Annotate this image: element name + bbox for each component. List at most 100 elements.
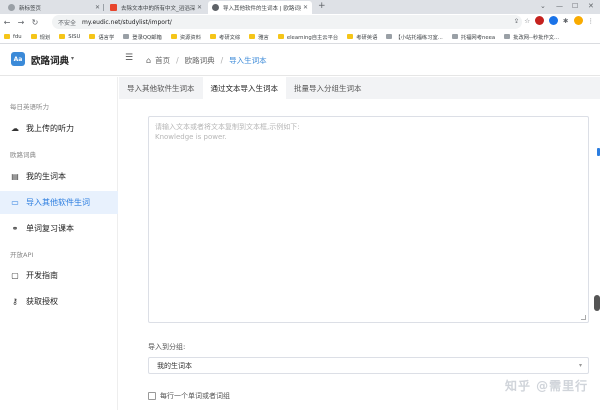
page-icon: [386, 34, 393, 39]
bookmark-item[interactable]: 规划: [30, 33, 51, 41]
tab-import-other-software[interactable]: 导入其他软件生词本: [119, 77, 203, 99]
browser-tab[interactable]: 去除文本中的所有中文_滔滔深渊 ✕: [106, 1, 206, 14]
extension-icon[interactable]: [549, 16, 559, 25]
key-icon: ⚷: [12, 297, 18, 306]
menu-toggle-icon[interactable]: ☰: [125, 53, 133, 63]
sidebar-section-title: 开放API: [10, 251, 34, 259]
bookmark-item[interactable]: 【小站托福练习室...: [386, 33, 443, 41]
site-favicon-icon: [110, 4, 117, 11]
folder-icon: [210, 34, 217, 39]
browser-tab-title: 导入其他软件的生词本 | 欧路词典: [223, 5, 301, 12]
folder-icon: ▭: [11, 198, 19, 207]
browser-tab-active[interactable]: 导入其他软件的生词本 | 欧路词典 ✕: [208, 1, 312, 14]
folder-icon: [4, 34, 10, 39]
tab-search-icon[interactable]: ⌄: [540, 0, 546, 12]
folder-icon: [170, 34, 177, 39]
browser-tab-title: 新标签页: [19, 5, 42, 12]
tab-import-by-text[interactable]: 通过文本导入生词本: [202, 77, 286, 99]
sidebar-item-get-auth[interactable]: ⚷ 获取授权: [0, 290, 118, 313]
extension-icon[interactable]: [535, 16, 545, 25]
folder-icon: [89, 34, 96, 39]
close-icon[interactable]: ✕: [303, 4, 308, 11]
sidebar-section-title: 欧路词典: [10, 151, 36, 159]
sidebar-item-label: 我的生词本: [26, 172, 66, 181]
star-icon[interactable]: ☆: [524, 17, 530, 25]
chat-icon: ▢: [11, 271, 19, 280]
word-text-input[interactable]: 请输入文本或者将文本复制到文本框,示例如下: Knowledge is powe…: [148, 116, 589, 323]
new-tab-button[interactable]: +: [318, 1, 326, 11]
bookmark-item[interactable]: 考研英语: [347, 33, 377, 41]
bookmark-item[interactable]: fdu: [4, 34, 22, 40]
sidebar-section-title: 每日英语听力: [10, 103, 49, 111]
sidebar-item-import-words[interactable]: ▭ 导入其他软件生词: [0, 191, 118, 214]
close-icon[interactable]: ✕: [95, 4, 100, 11]
resize-handle[interactable]: [581, 315, 586, 320]
app-header: [0, 45, 600, 76]
minimize-icon[interactable]: —: [556, 0, 563, 12]
bookmark-label: elearning自主云平台: [286, 34, 339, 41]
bookmark-item[interactable]: SISU: [59, 34, 80, 40]
sidebar: 每日英语听力 ☁ 我上传的听力 欧路词典 ▤ 我的生词本 ▭ 导入其他软件生词 …: [0, 77, 118, 410]
browser-tab[interactable]: 新标签页 ✕: [4, 1, 104, 14]
breadcrumb-current: 导入生词本: [229, 56, 267, 65]
page-icon: [123, 34, 130, 39]
bookmarks-bar: fdu 规划 SISU 语言学 登录QQ邮箱 资源资料 考研文综 雅言 elearning自主云…: [0, 30, 600, 44]
close-icon[interactable]: ✕: [197, 4, 202, 11]
back-icon[interactable]: ←: [0, 18, 14, 27]
bookmark-label: 规划: [39, 34, 51, 41]
sidebar-item-review-textbook[interactable]: ⚭ 单词复习课本: [0, 217, 118, 240]
puzzle-icon[interactable]: ✱: [563, 17, 568, 25]
bookmark-item[interactable]: 语言学: [89, 33, 114, 41]
sidebar-item-dev-guide[interactable]: ▢ 开发指南: [0, 264, 118, 287]
folder-icon: [30, 34, 37, 39]
forward-icon[interactable]: →: [14, 18, 28, 27]
more-menu-icon[interactable]: ⋮: [588, 17, 595, 25]
bookmark-item[interactable]: 雅言: [249, 33, 269, 41]
main-content: 导入其他软件生词本 通过文本导入生词本 批量导入分组生词本 请输入文本或者将文本…: [119, 77, 600, 410]
globe-icon: [212, 4, 219, 11]
group-label: 导入到分组:: [148, 343, 186, 351]
bookmark-item[interactable]: 资源资料: [170, 33, 201, 41]
insecure-warning[interactable]: 不安全: [58, 18, 76, 27]
bookmark-label: 登录QQ邮箱: [132, 34, 162, 41]
bookmark-label: fdu: [13, 33, 22, 40]
checkbox[interactable]: [148, 392, 156, 400]
folder-icon: [347, 34, 354, 39]
share-icon[interactable]: ⇪: [514, 17, 519, 25]
bookmark-item[interactable]: 考研文综: [210, 33, 240, 41]
url-field[interactable]: 不安全 my.eudic.net/studylist/import/: [52, 15, 522, 29]
group-select[interactable]: 我的生词本 ▾: [148, 357, 589, 374]
placeholder-line: Knowledge is power.: [155, 133, 227, 141]
folder-icon: [59, 34, 66, 39]
bookmark-item[interactable]: 批改网--秒批作文...: [504, 33, 559, 41]
sidebar-item-my-wordbook[interactable]: ▤ 我的生词本: [0, 165, 118, 188]
import-panel: 请输入文本或者将文本复制到文本框,示例如下: Knowledge is powe…: [119, 99, 600, 410]
one-per-line-option[interactable]: 每行一个单词或者词组: [148, 391, 230, 401]
chevron-down-icon[interactable]: ▾: [71, 55, 74, 62]
folder-icon: [277, 34, 284, 39]
tab-batch-import-groups[interactable]: 批量导入分组生词本: [286, 77, 370, 99]
breadcrumb: ⌂ 首页 / 欧路词典 / 导入生词本: [146, 55, 267, 66]
sidebar-item-uploaded-listening[interactable]: ☁ 我上传的听力: [0, 117, 118, 140]
avatar[interactable]: [573, 16, 583, 25]
address-bar: ← → ↻ 不安全 my.eudic.net/studylist/import/…: [0, 14, 600, 30]
bookmark-item[interactable]: elearning自主云平台: [277, 33, 339, 41]
page-icon: [451, 34, 458, 39]
scrollbar[interactable]: [594, 295, 600, 311]
bookmark-item[interactable]: 托福网考neea: [451, 33, 495, 41]
window-close-icon[interactable]: ✕: [588, 0, 594, 12]
home-icon[interactable]: ⌂: [146, 56, 151, 65]
bookmark-label: 语言学: [98, 34, 115, 41]
breadcrumb-home[interactable]: 首页: [155, 55, 170, 66]
maximize-icon[interactable]: ☐: [572, 0, 578, 12]
breadcrumb-eudic[interactable]: 欧路词典: [185, 55, 215, 66]
app-logo: Aa: [11, 52, 25, 66]
bookmark-item[interactable]: 登录QQ邮箱: [123, 33, 162, 41]
globe-icon: [8, 4, 15, 11]
app-name[interactable]: 欧路词典: [31, 53, 69, 67]
chevron-down-icon: ▾: [578, 362, 582, 369]
sidebar-item-label: 开发指南: [26, 271, 58, 280]
bookmark-label: 考研英语: [356, 34, 378, 41]
reload-icon[interactable]: ↻: [28, 18, 42, 27]
browser-tab-title: 去除文本中的所有中文_滔滔深渊: [121, 5, 195, 12]
